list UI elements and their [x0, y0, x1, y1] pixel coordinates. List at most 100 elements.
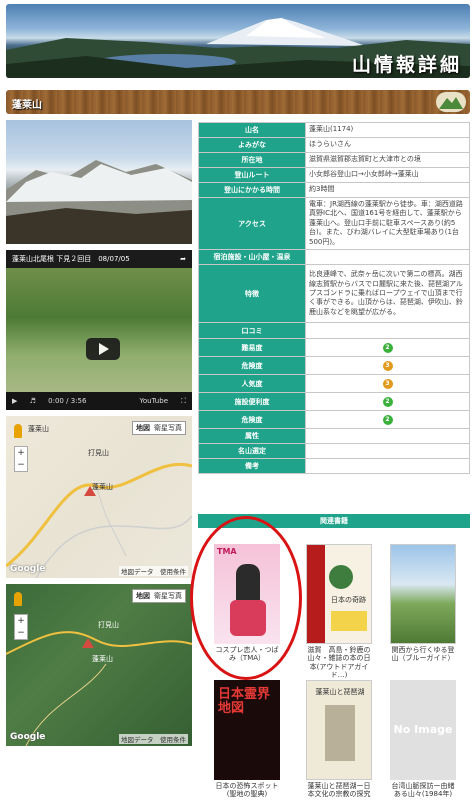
value-review: [305, 322, 470, 340]
video-thumbnail[interactable]: [6, 268, 192, 392]
value-access: 電車：JR湖西線の蓬莱駅から徒歩。車：湖西道路真野IC北へ、国道161号を経由し…: [305, 196, 470, 251]
table-row: 人気度 3: [198, 374, 470, 394]
label-feature: 特徴: [198, 264, 306, 324]
play-icon: [99, 343, 109, 355]
book-item[interactable]: 日本霊界地図 日本の恐怖スポット(聖地の聖典): [214, 680, 280, 799]
book-title[interactable]: 台湾山脈探訪ー由緒ある山々(1984年): [390, 782, 456, 799]
book-cover[interactable]: 蓬莱山と琵琶湖: [306, 680, 372, 780]
value-route: 小女郎谷登山口→小女郎峠→蓬莱山: [305, 167, 470, 183]
rating-star-icon: 2: [382, 414, 393, 425]
map-label: 打見山: [98, 621, 119, 629]
table-row: 特徴 比良連峰で、武奈ヶ岳に次いで第二の標高。湖西線志賀駅からバスでロ麓駅に来た後…: [198, 264, 470, 324]
value-yomi: ほうらいさん: [305, 137, 470, 153]
mountain-photo: [6, 120, 192, 244]
google-logo: Google: [10, 564, 46, 574]
table-row: 施設便利度 2: [198, 392, 470, 412]
value-time: 約3時間: [305, 182, 470, 198]
label-access: アクセス: [198, 196, 306, 251]
book-title[interactable]: 滋賀 高島・鈴鹿の山々・雑誌の本の日本(アウトドアガイド…): [306, 646, 372, 680]
map-type-control[interactable]: 地図 衛星写真: [132, 589, 186, 603]
mountain-icon: [436, 92, 466, 112]
book-title[interactable]: 日本の恐怖スポット(聖地の聖典): [214, 782, 280, 799]
label-popularity: 人気度: [198, 374, 306, 394]
header-banner: 山情報詳細: [6, 4, 470, 78]
rating-star-icon: 3: [382, 378, 393, 389]
rating-star-icon: 2: [382, 396, 393, 407]
map-roads: [6, 462, 192, 578]
book-item[interactable]: 蓬莱山と琵琶湖 蓬莱山と琵琶湖ー日本文化の宗教の探究: [306, 680, 372, 799]
book-item[interactable]: 日本の奇跡 滋賀 高島・鈴鹿の山々・雑誌の本の日本(アウトドアガイド…): [306, 544, 372, 680]
book-cover[interactable]: 日本の奇跡: [306, 544, 372, 644]
table-row: 登山ルート 小女郎谷登山口→小女郎峠→蓬莱山: [198, 167, 470, 183]
volume-icon[interactable]: ♬: [30, 397, 36, 405]
label-notes: 備考: [198, 458, 306, 475]
book-item[interactable]: 関西から行くゆる登山（ブルーガイド）: [390, 544, 456, 663]
label-meizan: 名山選定: [198, 443, 306, 460]
zoom-control[interactable]: + −: [14, 446, 28, 472]
street-view-icon[interactable]: [14, 592, 22, 606]
map-type-control[interactable]: 地図 衛星写真: [132, 421, 186, 435]
video-player[interactable]: 蓬莱山北尾根 下見２回目 08/07/05 ➦ ▶ ♬ 0:00 / 3:56 …: [6, 250, 192, 410]
map-footer[interactable]: 地図データ 使用条件: [119, 734, 188, 744]
table-row: 属性: [198, 428, 470, 445]
table-row: 山名 蓬莱山(1174): [198, 122, 470, 138]
value-feature: 比良連峰で、武奈ヶ岳に次いで第二の標高。湖西線志賀駅からバスでロ麓駅に来た後、琵…: [305, 264, 470, 324]
youtube-logo[interactable]: YouTube: [140, 392, 168, 410]
value-name: 蓬莱山(1174): [305, 122, 470, 138]
map-label: 蓬莱山: [92, 483, 113, 491]
book-item[interactable]: No Image 台湾山脈探訪ー由緒ある山々(1984年): [390, 680, 456, 799]
label-difficulty: 難易度: [198, 338, 306, 358]
label-review: 口コミ: [198, 322, 306, 340]
table-row: 備考: [198, 458, 470, 475]
book-title[interactable]: 蓬莱山と琵琶湖ー日本文化の宗教の探究: [306, 782, 372, 799]
table-row: 危険度 3: [198, 356, 470, 376]
label-yomi: よみがな: [198, 137, 306, 153]
map-label: 蓬莱山: [28, 425, 49, 433]
value-meizan: [305, 443, 470, 460]
video-title-bar: 蓬莱山北尾根 下見２回目 08/07/05 ➦: [6, 250, 192, 268]
satellite-map[interactable]: + − 地図 衛星写真 打見山 蓬莱山 Google 地図データ 使用条件: [6, 584, 192, 746]
label-danger: 危険度: [198, 356, 306, 376]
map-label: 蓬莱山: [92, 655, 113, 663]
label-facility: 施設便利度: [198, 392, 306, 412]
book-cover-placeholder[interactable]: No Image: [390, 680, 456, 780]
table-row: 難易度 2: [198, 338, 470, 358]
value-attribute: [305, 428, 470, 445]
share-icon[interactable]: ➦: [180, 250, 186, 268]
label-time: 登山にかかる時間: [198, 182, 306, 198]
mountain-name-bar: 蓬莱山: [6, 90, 470, 114]
table-row: 所在地 滋賀県滋賀郡志賀町と大津市との境: [198, 152, 470, 168]
table-row: よみがな ほうらいさん: [198, 137, 470, 153]
table-row: 名山選定: [198, 443, 470, 460]
video-title: 蓬莱山北尾根 下見２回目 08/07/05: [12, 255, 130, 263]
table-row: 危険度 2: [198, 410, 470, 430]
label-attribute: 属性: [198, 428, 306, 445]
label-hazard: 危険度: [198, 410, 306, 430]
table-row: 宿泊施設・山小屋・温泉: [198, 249, 470, 266]
page-title: 山情報詳細: [351, 54, 462, 76]
video-controls: ▶ ♬ 0:00 / 3:56 YouTube ⛶: [6, 392, 192, 410]
rating-star-icon: 3: [382, 360, 393, 371]
mountain-name: 蓬莱山: [12, 100, 42, 111]
fullscreen-icon[interactable]: ⛶: [181, 392, 186, 410]
table-row: 登山にかかる時間 約3時間: [198, 182, 470, 198]
map-footer[interactable]: 地図データ 使用条件: [119, 566, 188, 576]
value-onsen: [305, 249, 470, 266]
street-view-icon[interactable]: [14, 424, 22, 438]
value-notes: [305, 458, 470, 475]
label-location: 所在地: [198, 152, 306, 168]
rating-star-icon: 2: [382, 342, 393, 353]
book-cover[interactable]: 日本霊界地図: [214, 680, 280, 780]
play-button[interactable]: [86, 338, 120, 360]
mountain-info-table: 山名 蓬莱山(1174) よみがな ほうらいさん 所在地 滋賀県滋賀郡志賀町と大津市と…: [198, 122, 470, 475]
table-row: アクセス 電車：JR湖西線の蓬莱駅から徒歩。車：湖西道路真野IC北へ、国道161号…: [198, 196, 470, 251]
road-map[interactable]: + − 地図 衛星写真 蓬莱山 打見山 蓬莱山 Google 地図データ 使用条件: [6, 416, 192, 578]
book-title[interactable]: 関西から行くゆる登山（ブルーガイド）: [390, 646, 456, 663]
duration: 3:56: [70, 397, 87, 405]
map-label: 打見山: [88, 449, 109, 457]
book-cover[interactable]: [390, 544, 456, 644]
label-route: 登山ルート: [198, 167, 306, 183]
play-control-icon[interactable]: ▶: [12, 397, 17, 405]
value-location: 滋賀県滋賀郡志賀町と大津市との境: [305, 152, 470, 168]
zoom-control[interactable]: + −: [14, 614, 28, 640]
